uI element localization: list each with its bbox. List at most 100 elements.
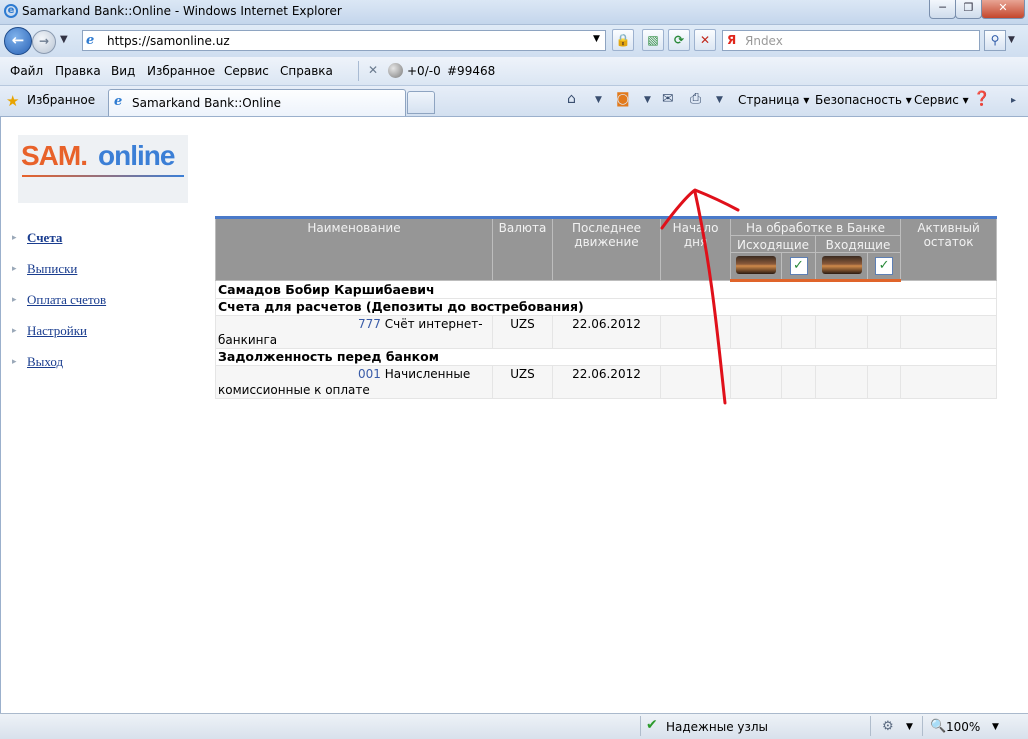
ie-icon: e	[4, 4, 18, 18]
close-button[interactable]: ✕	[981, 0, 1025, 19]
menu-file[interactable]: Файл	[10, 64, 43, 78]
group-title: Счета для расчетов (Депозиты до востребо…	[214, 298, 998, 316]
account-cell[interactable]: 001 Начисленные комиссионные к оплате	[215, 365, 493, 399]
menu-separator	[358, 61, 359, 81]
last-move-cell: 22.06.2012	[552, 365, 661, 399]
outgoing-keyboard-cell	[730, 252, 782, 282]
tools-menu[interactable]: Сервис ▾	[914, 93, 969, 107]
menu-help[interactable]: Справка	[280, 64, 333, 78]
feed-dropdown-icon[interactable]: ▼	[644, 95, 651, 105]
logo: SAM. online	[18, 135, 188, 203]
col-header-currency: Валюта	[492, 216, 553, 281]
account-name: Начисленные комиссионные к оплате	[218, 367, 471, 397]
home-dropdown-icon[interactable]: ▼	[595, 95, 602, 105]
rss-icon[interactable]: ◙	[616, 91, 630, 107]
amount-cell	[781, 315, 816, 349]
check-refresh-icon[interactable]: ✓	[789, 257, 808, 275]
minimize-button[interactable]: ─	[929, 0, 956, 19]
amount-cell	[866, 315, 902, 349]
keyboard-hands-icon	[736, 255, 776, 274]
home-icon[interactable]: ⌂	[567, 91, 576, 107]
status-bar: ✔ Надежные узлы ⚙ ▼ 🔍 100% ▼	[0, 713, 1028, 739]
nav-link-statements[interactable]: Выписки	[27, 261, 77, 277]
security-zone[interactable]: Надежные узлы	[666, 720, 768, 734]
table-row[interactable]: 777 Счёт интернет-банкинга UZS 22.06.201…	[215, 315, 998, 349]
col-header-active-balance: Активный остаток	[900, 216, 998, 281]
toolbar-counter: +0/-0	[407, 64, 441, 78]
chevron-right-icon[interactable]: ▸	[1011, 95, 1016, 106]
account-holder: Самадов Бобир Каршибаевич	[214, 280, 998, 299]
protected-mode-icon[interactable]: ⚙	[882, 719, 894, 734]
menu-favorites[interactable]: Избранное	[147, 64, 215, 78]
keyboard-hands-icon	[821, 255, 862, 274]
account-name: Счёт интернет-банкинга	[218, 317, 483, 347]
star-icon[interactable]: ★	[6, 92, 19, 110]
window-title: Samarkand Bank::Online - Windows Interne…	[22, 4, 342, 18]
safety-menu[interactable]: Безопасность ▾	[815, 93, 912, 107]
status-divider	[870, 716, 871, 736]
forward-arrow-icon[interactable]: →	[32, 30, 56, 54]
logo-sam: SAM.	[21, 140, 88, 171]
protected-mode-dropdown-icon[interactable]: ▼	[906, 722, 913, 732]
printer-icon[interactable]: ⎙	[690, 91, 701, 107]
tab-active[interactable]: e Samarkand Bank::Online	[108, 89, 406, 116]
tab-ie-icon: e	[114, 94, 123, 109]
print-dropdown-icon[interactable]: ▼	[716, 95, 723, 105]
account-cell[interactable]: 777 Счёт интернет-банкинга	[215, 315, 493, 349]
status-divider	[922, 716, 923, 736]
logo-underline	[22, 175, 184, 177]
search-input[interactable]: Я Яndex	[722, 30, 980, 51]
zoom-level[interactable]: 100%	[946, 720, 980, 734]
menu-edit[interactable]: Правка	[55, 64, 101, 78]
accounts-table: Наименование Валюта Последнее движение Н…	[214, 216, 998, 399]
nav-link-logout[interactable]: Выход	[27, 354, 63, 370]
recent-pages-dropdown-icon[interactable]: ▼	[60, 34, 68, 45]
table-row[interactable]: 001 Начисленные комиссионные к оплате UZ…	[215, 365, 998, 399]
outgoing-check-cell: ✓	[781, 252, 816, 282]
bullet-icon: ▸	[12, 326, 17, 336]
maximize-button[interactable]: ❐	[955, 0, 982, 19]
stop-icon[interactable]: ✕	[694, 29, 716, 51]
search-options-dropdown-icon[interactable]: ▼	[1008, 35, 1015, 45]
search-placeholder: Яndex	[745, 34, 783, 48]
check-refresh-icon[interactable]: ✓	[875, 257, 894, 275]
amount-cell	[866, 365, 902, 399]
currency-cell: UZS	[492, 365, 553, 399]
refresh-icon[interactable]: ⟳	[668, 29, 690, 51]
amount-cell	[730, 315, 782, 349]
incoming-check-cell: ✓	[866, 252, 902, 282]
back-arrow-icon[interactable]: ←	[4, 27, 32, 55]
last-move-cell: 22.06.2012	[552, 315, 661, 349]
address-dropdown-icon[interactable]: ▼	[593, 34, 600, 44]
menu-view[interactable]: Вид	[111, 64, 135, 78]
col-header-outgoing: Исходящие	[730, 235, 816, 253]
toolbar-close-icon[interactable]: ✕	[368, 63, 378, 77]
page-ie-icon: e	[86, 33, 95, 48]
bullet-icon: ▸	[12, 295, 17, 305]
nav-link-payments[interactable]: Оплата счетов	[27, 292, 106, 308]
toolbar-rank: #99468	[447, 64, 496, 78]
new-tab-button[interactable]	[407, 91, 435, 114]
favorites-button[interactable]: Избранное	[27, 93, 95, 107]
url-text[interactable]: https://samonline.uz	[107, 34, 230, 48]
zoom-dropdown-icon[interactable]: ▼	[992, 722, 999, 732]
page-menu[interactable]: Страница ▾	[738, 93, 809, 107]
nav-link-settings[interactable]: Настройки	[27, 323, 87, 339]
help-icon[interactable]: ❓	[973, 91, 990, 107]
group-title: Задолженность перед банком	[214, 348, 998, 366]
search-icon[interactable]: ⚲	[984, 30, 1006, 51]
active-balance-cell	[900, 365, 998, 399]
amount-cell	[815, 315, 868, 349]
address-bar[interactable]: e https://samonline.uz ▼	[82, 30, 606, 51]
col-header-name: Наименование	[215, 216, 493, 281]
compatibility-view-icon[interactable]: ▧	[642, 29, 664, 51]
zoom-icon[interactable]: 🔍	[930, 719, 946, 734]
yandex-icon: Я	[727, 33, 737, 47]
lock-icon[interactable]: 🔒	[612, 29, 634, 51]
account-number[interactable]: 001	[358, 367, 381, 381]
nav-link-accounts[interactable]: Счета	[27, 230, 62, 246]
menu-tools[interactable]: Сервис	[224, 64, 269, 78]
mail-icon[interactable]: ✉	[662, 91, 674, 107]
account-number[interactable]: 777	[358, 317, 381, 331]
col-header-processing: На обработке в Банке	[729, 216, 902, 236]
